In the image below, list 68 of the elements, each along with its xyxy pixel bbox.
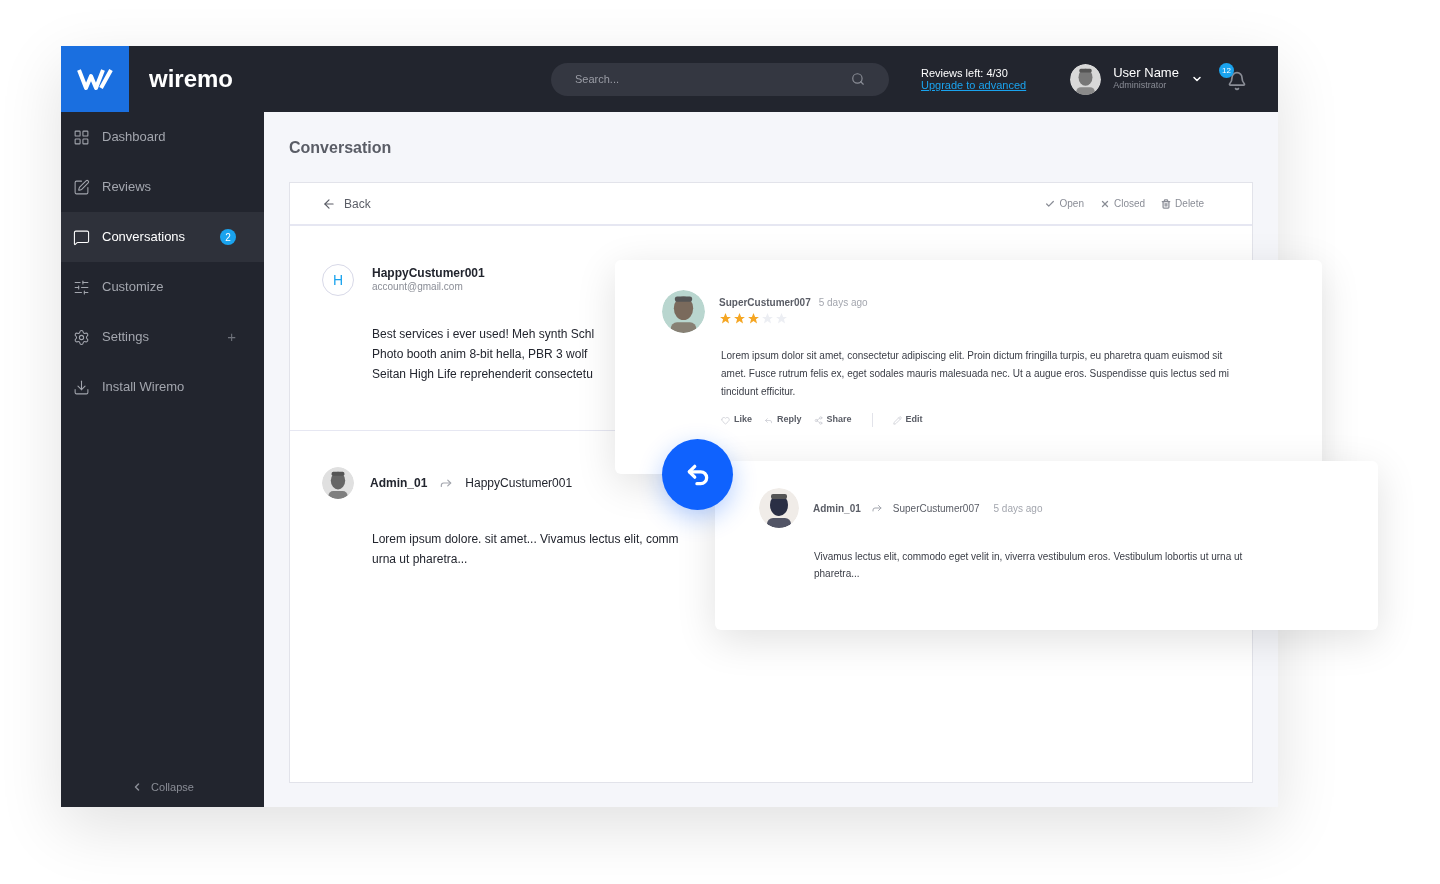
chat-icon [73,228,90,246]
bell-icon[interactable] [1226,71,1247,91]
recipient-name: SuperCustumer007 [892,501,980,516]
check-icon [1045,198,1056,209]
back-button[interactable]: Back [322,194,371,213]
search-field[interactable]: Search... [551,62,889,96]
review-action[interactable]: Share [813,413,852,427]
sidebar-label: Conversations [102,228,187,247]
logo-text: wiremo [149,64,235,94]
close-icon [1099,198,1110,209]
sidebar-item[interactable]: Install Wiremo [61,362,264,412]
message-text: Lorem ipsum dolore. sit amet... Vivamus lectus elit, comm [372,531,679,548]
sidebar-label: Dashboard [102,128,167,147]
star-icon [719,312,732,325]
upgrade-link[interactable]: Upgrade to advanced [921,79,1027,91]
logo-icon [77,68,113,90]
sidebar-item[interactable]: Conversations 2 [61,212,264,262]
review-action[interactable]: Like [721,413,752,427]
user-name: User Name [1113,66,1179,79]
sidebar-label: Reviews [102,178,153,197]
page-title: Conversation [289,138,393,158]
forward-icon [870,502,883,514]
sidebar-label: Install Wiremo [102,378,186,397]
download-icon [73,378,90,396]
message-text: Photo booth anim 8-bit hella, PBR 3 wolf [372,346,588,363]
toolbar-action[interactable]: Closed [1099,196,1146,211]
star-icon [747,312,760,325]
sidebar-item[interactable]: Reviews [61,162,264,212]
settings-icon [73,328,90,346]
review-time: 5 days ago [818,296,868,310]
sidebar-item[interactable]: Customize [61,262,264,312]
toolbar-action[interactable]: Open [1045,196,1084,211]
sidebar-label: Settings [102,328,150,347]
pencil-icon [892,415,902,425]
sender-name: HappyCustumer001 [372,266,485,280]
sidebar-item[interactable]: Dashboard [61,112,264,162]
sidebar-label: Customize [102,278,165,297]
author-name: Admin_01 [370,475,428,492]
heart-icon [721,415,730,425]
reply-text: Vivamus lectus elit, commodo eget velit in, viverra vestibulum eros. Vestibulum lobortis ut urna ut pharetra... [814,550,1244,581]
message-text: Seitan High Life reprehenderit consectetu [372,366,593,383]
search-input[interactable]: Search... [575,70,851,88]
author-name: Admin_01 [813,501,861,516]
edit-icon [73,178,90,196]
trash-icon [1161,198,1172,209]
message-text: Best services i ever used! Meh synth Schl [372,326,595,343]
review-action[interactable]: Reply [764,413,802,427]
reviews-left: Reviews left: 4/30 [921,67,1009,79]
sliders-icon [73,278,90,296]
toolbar-action[interactable]: Delete [1161,196,1204,211]
sender-email: account@gmail.com [372,280,464,294]
share-icon [813,415,823,425]
reply-time: 5 days ago [993,501,1043,516]
recipient-name: HappyCustumer001 [465,475,573,492]
search-icon [851,72,865,86]
star-icon [733,312,746,325]
author-name: SuperCustumer007 [719,296,811,310]
sidebar-item[interactable]: Settings + [61,312,264,362]
message-text: urna ut pharetra... [372,551,468,568]
collapse-link[interactable]: Collapse [151,778,194,795]
reply-icon [764,415,773,425]
forward-icon [439,476,454,490]
notification-badge: 12 [1218,63,1234,78]
review-text: Lorem ipsum dolor sit amet, consectetur adipiscing elit. Proin dictum fringilla turpis, eu pharetra quam euismod sit amet. Fusce rutrum felis ex, eget sodales mauris malesuada nec. Ut a augue eros. Suspendisse quis lectus sed mi tincidunt efficitur. [721,349,1231,399]
review-action[interactable]: Edit [892,413,923,427]
grid-icon [73,128,90,146]
count-badge: 2 [220,229,236,245]
user-role: Administrator [1113,79,1168,92]
